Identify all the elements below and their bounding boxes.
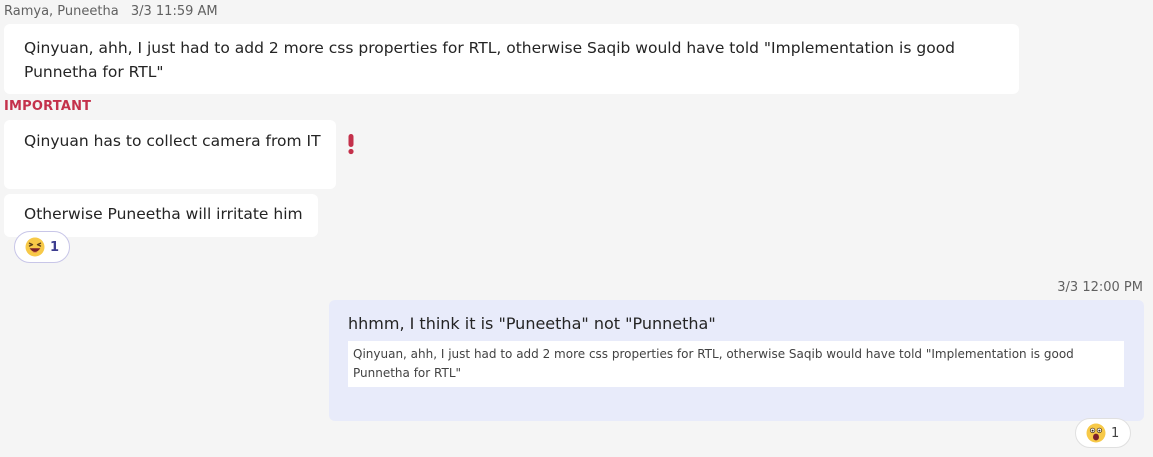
reaction-count: 1	[1111, 425, 1120, 441]
reaction-pill[interactable]: 1	[14, 231, 70, 263]
reaction-count: 1	[50, 239, 60, 255]
laughing-icon	[25, 237, 45, 257]
outgoing-message-bubble[interactable]: hhmm, I think it is "Puneetha" not "Punn…	[329, 300, 1144, 421]
message-timestamp: 3/3 12:00 PM	[1057, 280, 1143, 295]
quoted-text: Qinyuan, ahh, I just had to add 2 more c…	[353, 347, 1074, 380]
surprised-icon	[1086, 423, 1106, 443]
message-bubble[interactable]: Qinyuan, ahh, I just had to add 2 more c…	[4, 24, 1019, 94]
message-text: Qinyuan has to collect camera from IT	[24, 132, 321, 150]
exclamation-icon	[348, 134, 354, 155]
message-text: Otherwise Puneetha will irritate him	[24, 205, 303, 223]
important-label: IMPORTANT	[4, 99, 92, 114]
message-bubble-important[interactable]: Qinyuan has to collect camera from IT	[4, 120, 336, 189]
sender-name[interactable]: Ramya, Puneetha	[4, 4, 119, 19]
reaction-pill[interactable]: 1	[1075, 418, 1131, 448]
quoted-message[interactable]: Qinyuan, ahh, I just had to add 2 more c…	[348, 341, 1124, 387]
message-timestamp: 3/3 11:59 AM	[130, 4, 218, 19]
message-text: Qinyuan, ahh, I just had to add 2 more c…	[24, 39, 956, 81]
message-header: Ramya, Puneetha 3/3 11:59 AM	[4, 4, 218, 19]
message-text: hhmm, I think it is "Puneetha" not "Punn…	[348, 314, 716, 333]
